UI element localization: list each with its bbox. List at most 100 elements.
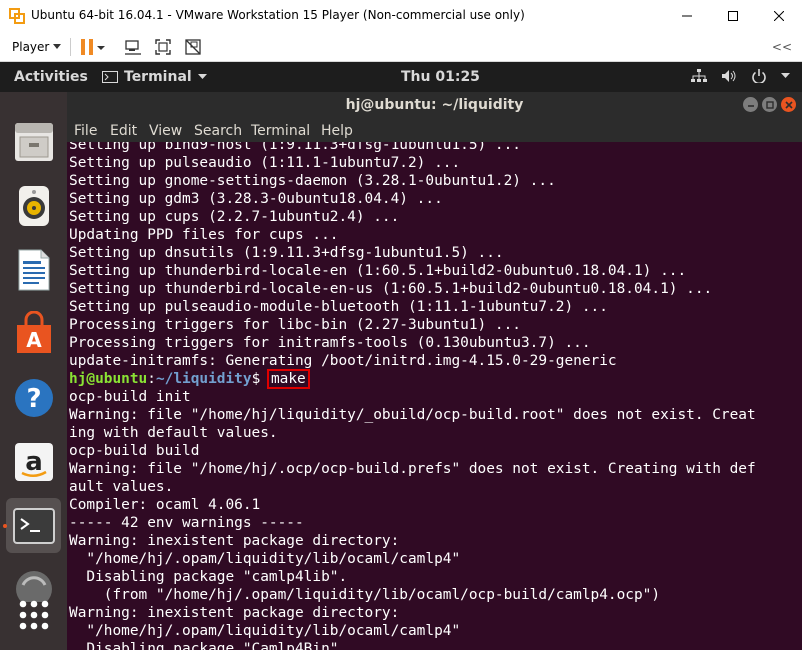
chevron-down-icon — [781, 73, 790, 78]
terminal-line: ault values. — [69, 479, 174, 495]
terminal-line: "/home/hj/.opam/liquidity/lib/ocaml/caml… — [69, 551, 461, 567]
running-indicator — [3, 524, 7, 528]
amazon-icon: a — [14, 442, 53, 481]
dock-software-center[interactable]: A — [6, 306, 61, 361]
terminal-line: ocp-build init — [69, 389, 191, 405]
terminal-line: Disabling package "camlp4lib". — [69, 569, 348, 585]
terminal-line: Setting up bind9-host (1:9.11.3+dfsg-1ub… — [69, 142, 521, 153]
send-ctrl-alt-del-icon[interactable] — [124, 38, 142, 56]
terminal-line: Setting up pulseaudio-module-bluetooth (… — [69, 299, 608, 315]
terminal-line: Warning: file "/home/hj/liquidity/_obuil… — [69, 407, 756, 423]
terminal-line: Setting up gnome-settings-daemon (3.28.1… — [69, 173, 556, 189]
minimize-icon — [747, 104, 754, 107]
prompt-dollar: $ — [251, 371, 269, 387]
speaker-icon — [722, 70, 736, 82]
terminal-line: Warning: inexistent package directory: — [69, 605, 400, 621]
svg-text:a: a — [25, 447, 43, 477]
activities-button[interactable]: Activities — [14, 69, 88, 85]
app-menu-label: Terminal — [124, 69, 192, 85]
rhythmbox-icon — [18, 185, 49, 226]
command-make: make — [266, 369, 310, 389]
terminal-output[interactable]: Setting up bind9-host (1:9.11.3+dfsg-1ub… — [67, 142, 802, 650]
maximize-icon — [765, 100, 774, 109]
fullscreen-icon[interactable] — [154, 38, 172, 56]
terminal-line: Disabling package "Camlp4Bin". — [69, 641, 348, 650]
terminal-maximize-button[interactable] — [762, 97, 777, 112]
terminal-title-bar[interactable]: hj@ubuntu: ~/liquidity — [67, 92, 802, 119]
terminal-line: "/home/hj/.opam/liquidity/lib/ocaml/caml… — [69, 623, 461, 639]
terminal-title: hj@ubuntu: ~/liquidity — [345, 97, 524, 113]
menu-edit[interactable]: Edit — [110, 123, 137, 139]
player-menu-label: Player — [12, 40, 50, 54]
dock-libreoffice-writer[interactable] — [6, 242, 61, 297]
terminal-line: ing with default values. — [69, 425, 278, 441]
menu-search[interactable]: Search — [194, 123, 242, 139]
power-icon — [752, 69, 766, 83]
minimize-button[interactable] — [664, 0, 710, 32]
terminal-line: Warning: file "/home/hj/.ocp/ocp-build.p… — [69, 461, 756, 477]
collapse-toolbar-icon[interactable]: << — [772, 40, 792, 54]
dock-files[interactable] — [6, 114, 61, 169]
terminal-line: Updating PPD files for cups ... — [69, 227, 339, 243]
terminal-small-icon — [102, 71, 118, 83]
dock-rhythmbox[interactable] — [6, 178, 61, 233]
dock-show-applications[interactable] — [6, 587, 61, 642]
unity-mode-icon[interactable] — [184, 38, 202, 56]
prompt-separator: : — [147, 371, 156, 387]
chevron-down-icon — [53, 44, 62, 49]
dock-help[interactable]: ? — [6, 370, 61, 425]
show-applications-icon — [19, 600, 48, 629]
terminal-line: Compiler: ocaml 4.06.1 — [69, 497, 261, 513]
clock[interactable]: Thu 01:25 — [401, 69, 480, 85]
pause-icon[interactable] — [78, 38, 96, 56]
dock-amazon[interactable]: a — [6, 434, 61, 489]
system-tray[interactable] — [691, 69, 790, 83]
terminal-line: Warning: inexistent package directory: — [69, 533, 400, 549]
dock-terminal[interactable] — [3, 498, 61, 553]
svg-text:?: ? — [26, 384, 41, 414]
chevron-down-icon — [197, 74, 207, 79]
terminal-line: Setting up pulseaudio (1:11.1-1ubuntu7.2… — [69, 155, 461, 171]
terminal-line: ocp-build build — [69, 443, 200, 459]
close-icon — [774, 11, 784, 21]
vmware-toolbar: Player << — [0, 32, 802, 62]
network-icon — [691, 69, 707, 82]
prompt-path: ~/liquidity — [155, 371, 252, 387]
menu-terminal[interactable]: Terminal — [251, 123, 310, 139]
terminal-icon — [12, 507, 55, 544]
app-menu[interactable]: Terminal — [102, 69, 207, 85]
player-menu[interactable]: Player — [12, 40, 62, 54]
minimize-icon — [682, 15, 692, 17]
close-icon — [784, 100, 793, 109]
maximize-icon — [728, 11, 738, 21]
libreoffice-writer-icon — [18, 249, 49, 290]
terminal-text: Setting up bind9-host (1:9.11.3+dfsg-1ub… — [67, 142, 756, 650]
window-title: Ubuntu 64-bit 16.04.1 - VMware Workstati… — [31, 8, 525, 22]
terminal-line: Setting up thunderbird-locale-en (1:60.5… — [69, 263, 687, 279]
software-center-icon: A — [16, 310, 51, 353]
svg-text:A: A — [26, 328, 42, 352]
terminal-line: Processing triggers for libc-bin (2.27-3… — [69, 317, 521, 333]
menu-file[interactable]: File — [74, 123, 97, 139]
menu-help[interactable]: Help — [321, 123, 353, 139]
terminal-minimize-button[interactable] — [743, 97, 758, 112]
terminal-menu-bar: File Edit View Search Terminal Help — [67, 119, 802, 142]
prompt-user: hj@ubuntu — [69, 371, 148, 387]
terminal-line: ----- 42 env warnings ----- — [69, 515, 304, 531]
files-icon — [14, 122, 53, 161]
gnome-top-bar: Activities Terminal Thu 01:25 — [0, 62, 802, 92]
chevron-down-icon[interactable] — [96, 38, 106, 56]
maximize-button[interactable] — [710, 0, 756, 32]
close-button[interactable] — [756, 0, 802, 32]
help-icon: ? — [14, 378, 53, 417]
menu-view[interactable]: View — [149, 123, 182, 139]
terminal-line: update-initramfs: Generating /boot/initr… — [69, 353, 617, 369]
window-title-bar: Ubuntu 64-bit 16.04.1 - VMware Workstati… — [0, 0, 802, 32]
ubuntu-dock: A ? a — [0, 92, 67, 650]
terminal-line: Setting up thunderbird-locale-en-us (1:6… — [69, 281, 713, 297]
terminal-line: (from "/home/hj/.opam/liquidity/lib/ocam… — [69, 587, 661, 603]
terminal-close-button[interactable] — [781, 97, 796, 112]
terminal-line: Processing triggers for initramfs-tools … — [69, 335, 591, 351]
terminal-line: Setting up dnsutils (1:9.11.3+dfsg-1ubun… — [69, 245, 504, 261]
terminal-line: Setting up gdm3 (3.28.3-0ubuntu18.04.4) … — [69, 191, 443, 207]
